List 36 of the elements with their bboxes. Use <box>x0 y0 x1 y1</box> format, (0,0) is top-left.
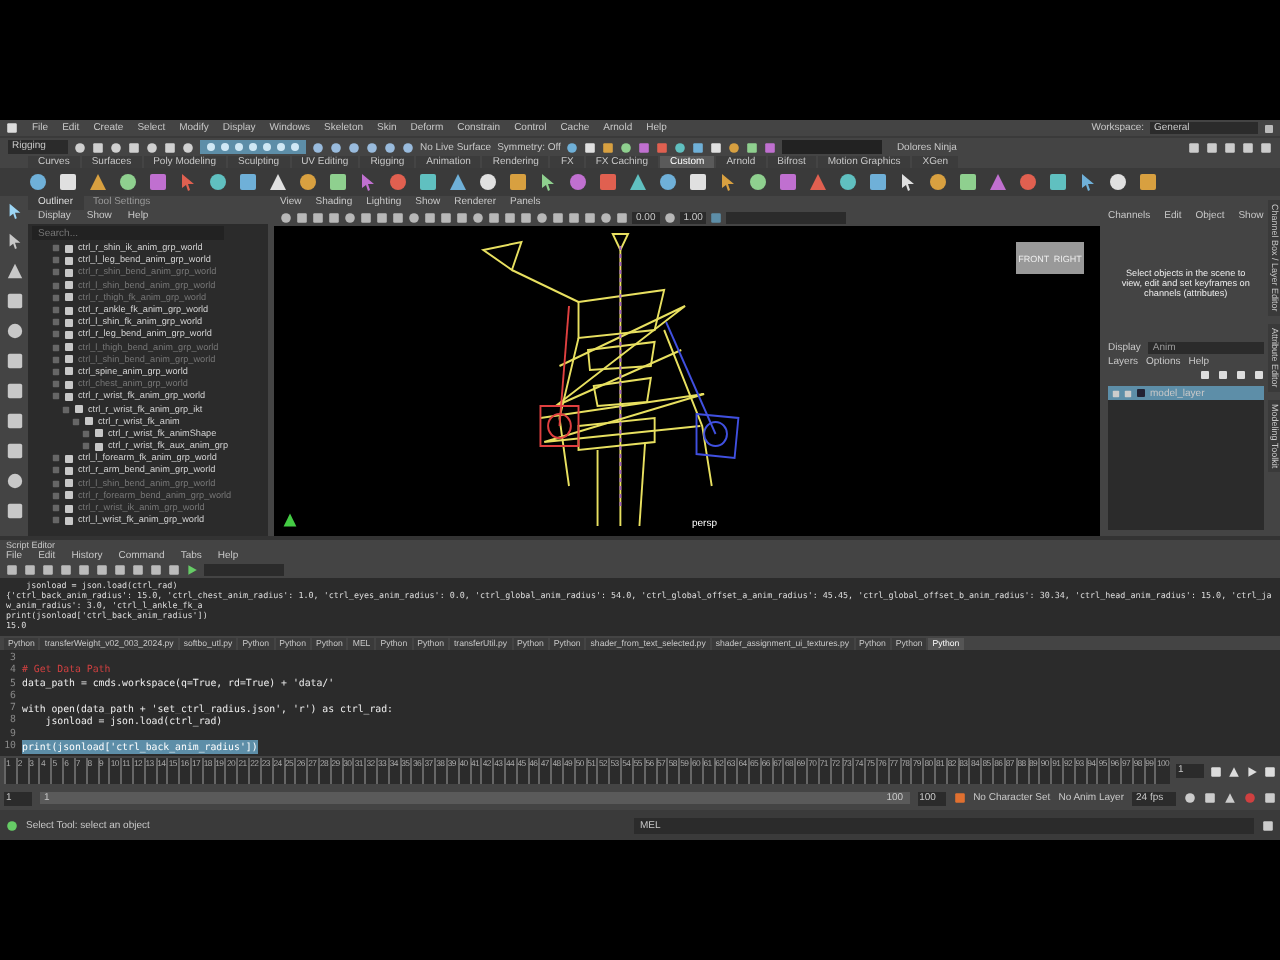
transform-node-icon[interactable] <box>64 342 74 353</box>
transform-node-icon[interactable] <box>64 267 74 278</box>
layer-color-icon[interactable] <box>1136 388 1146 398</box>
transform-node-icon[interactable] <box>64 354 74 365</box>
character-icon[interactable] <box>953 792 966 804</box>
transform-node-icon[interactable] <box>94 441 104 452</box>
gamma-icon[interactable] <box>663 212 676 224</box>
lock-icon[interactable] <box>1264 123 1274 133</box>
transform-node-icon[interactable] <box>64 366 74 377</box>
transform-node-icon[interactable] <box>84 416 94 427</box>
transform-node-icon[interactable] <box>94 428 104 439</box>
transform-node-icon[interactable] <box>64 490 74 501</box>
command-field[interactable] <box>782 140 883 154</box>
transform-node-icon[interactable] <box>64 280 74 291</box>
transform-node-icon[interactable] <box>64 305 74 316</box>
tool-status-icon[interactable] <box>6 819 18 831</box>
transform-node-icon[interactable] <box>64 255 74 266</box>
transform-node-icon[interactable] <box>64 503 74 514</box>
color-space-dropdown[interactable] <box>726 212 847 224</box>
transform-node-icon[interactable] <box>74 404 84 415</box>
transform-node-icon[interactable] <box>64 465 74 476</box>
transform-node-icon[interactable] <box>64 243 74 254</box>
home-icon[interactable] <box>6 122 18 134</box>
transform-node-icon[interactable] <box>64 292 74 303</box>
timeline[interactable] <box>4 758 1170 784</box>
search-field[interactable] <box>204 564 284 576</box>
transform-node-icon[interactable] <box>64 379 74 390</box>
script-editor-icon[interactable] <box>1262 819 1274 831</box>
transform-node-icon[interactable] <box>64 329 74 340</box>
transform-node-icon[interactable] <box>64 453 74 464</box>
color-space-icon[interactable] <box>710 212 723 224</box>
transform-node-icon[interactable] <box>64 478 74 489</box>
transform-node-icon[interactable] <box>64 515 74 526</box>
transform-node-icon[interactable] <box>64 391 74 402</box>
transform-node-icon[interactable] <box>64 317 74 328</box>
axis-icon[interactable] <box>282 512 298 528</box>
